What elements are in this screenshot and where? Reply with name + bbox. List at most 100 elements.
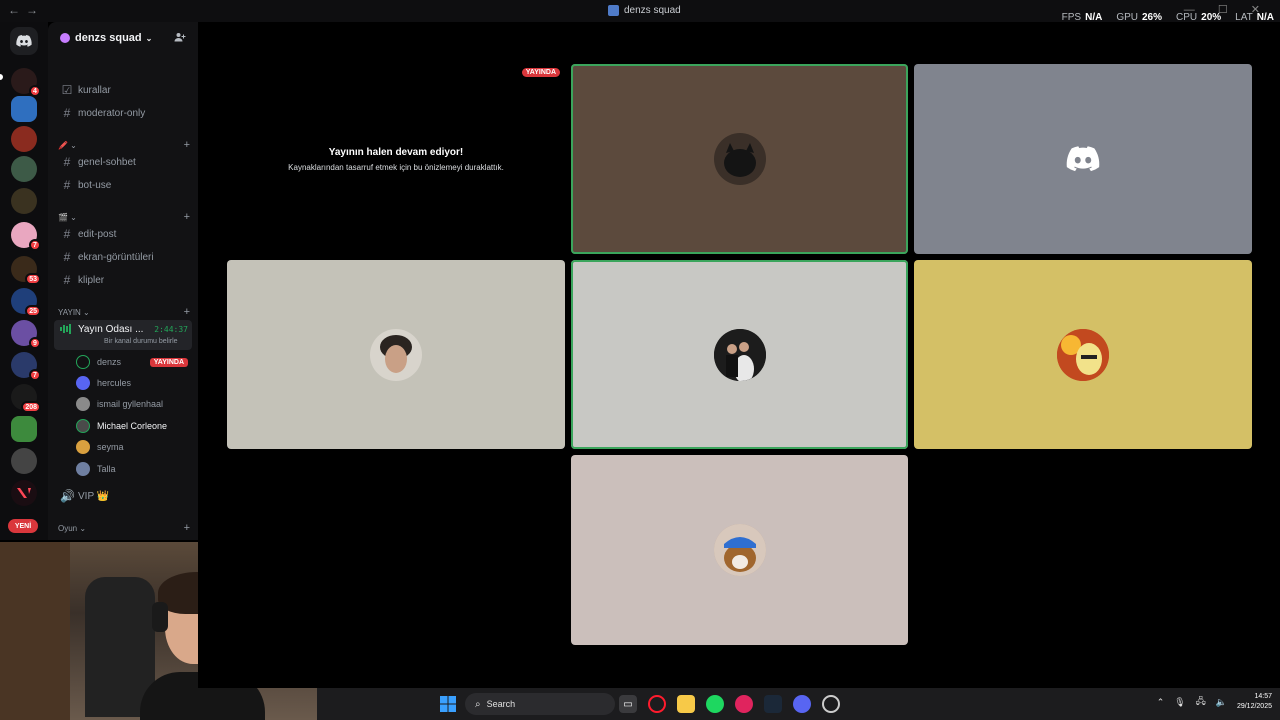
server-icon[interactable] <box>11 156 37 182</box>
hash-icon: # <box>63 155 71 169</box>
channel-sidebar: denzs squad ⌄ ☑ kurallar # moderator-only … <box>48 22 198 540</box>
opera-icon[interactable] <box>648 695 666 713</box>
spotify-icon[interactable] <box>706 695 724 713</box>
channel-genel-sohbet[interactable]: # genel-sohbet <box>56 152 190 172</box>
app-icon <box>608 5 619 16</box>
server-name: denzs squad <box>75 32 142 44</box>
window-title: denzs squad <box>608 5 681 16</box>
invite-icon[interactable] <box>174 31 186 43</box>
webcam-background <box>0 542 70 720</box>
voice-timer: 2:44:37 <box>154 325 188 334</box>
taskbar-search[interactable]: ⌕ Search <box>465 693 615 715</box>
network-icon[interactable]: 🖧 <box>1196 694 1206 710</box>
speaker-icon: 🔊 <box>60 489 75 503</box>
opera-gx-icon[interactable] <box>735 695 753 713</box>
search-icon: ⌕ <box>475 698 481 710</box>
channel-kurallar[interactable]: ☑ kurallar <box>56 80 190 100</box>
avatar <box>76 419 90 433</box>
channel-klipler[interactable]: # klipler <box>56 270 190 290</box>
participant-tile[interactable] <box>914 64 1252 254</box>
hash-icon: # <box>63 106 71 120</box>
voice-user[interactable]: denzs YAYINDA <box>76 353 188 371</box>
server-icon[interactable] <box>11 126 37 152</box>
voice-user[interactable]: seyma <box>76 438 188 456</box>
channel-status[interactable]: Bir kanal durumu belirle <box>104 338 178 345</box>
category-header[interactable]: 🎬 ⌄ + <box>58 211 190 223</box>
voice-stage: YAYINDA Yayının halen devam ediyor! Kayn… <box>198 22 1280 688</box>
add-channel-icon[interactable]: + <box>184 306 190 318</box>
add-channel-icon[interactable]: + <box>184 139 190 151</box>
server-icon[interactable] <box>11 448 37 474</box>
discord-default-avatar-icon <box>1066 146 1100 172</box>
live-badge: YAYINDA <box>521 68 560 77</box>
channel-ekran-goruntuleri[interactable]: # ekran-görüntüleri <box>56 247 190 267</box>
server-icon[interactable]: 9 <box>11 320 41 349</box>
server-icon[interactable]: 53 <box>11 256 41 285</box>
mention-badge: 208 <box>21 401 41 413</box>
task-view-icon[interactable]: ▭ <box>619 695 637 713</box>
steam-icon[interactable] <box>764 695 782 713</box>
new-badge[interactable]: YENİ <box>8 519 38 533</box>
mention-badge: 25 <box>25 305 41 317</box>
system-tray: ⌃ 🎙 🖧 🔈 14:57 29/12/2025 <box>1157 692 1272 712</box>
clock[interactable]: 14:57 29/12/2025 <box>1237 692 1272 712</box>
valorant-icon <box>17 488 31 498</box>
server-icon[interactable]: 25 <box>11 288 41 317</box>
channel-moderator-only[interactable]: # moderator-only <box>56 103 190 123</box>
microphone-icon[interactable]: 🎙 <box>1174 697 1185 708</box>
channel-bot-use[interactable]: # bot-use <box>56 175 190 195</box>
add-channel-icon[interactable]: + <box>184 211 190 223</box>
category-yayin[interactable]: YAYIN ⌄ + <box>58 306 190 318</box>
server-icon[interactable]: 4 <box>11 68 41 97</box>
participant-tile[interactable] <box>571 260 908 449</box>
voice-user[interactable]: hercules <box>76 374 188 392</box>
participant-tile[interactable] <box>571 64 908 254</box>
channel-edit-post[interactable]: # edit-post <box>56 224 190 244</box>
participant-tile[interactable] <box>227 260 565 449</box>
server-icon[interactable] <box>11 480 37 506</box>
voice-user[interactable]: ismail gyllenhaal <box>76 395 188 413</box>
server-icon[interactable]: 7 <box>11 352 41 381</box>
server-icon[interactable] <box>11 416 37 442</box>
avatar <box>370 328 422 381</box>
paused-heading: Yayının halen devam ediyor! <box>328 146 464 158</box>
channel-vip[interactable]: 🔊 VIP 👑 <box>56 486 190 506</box>
server-badge-icon <box>60 33 70 43</box>
unread-pill <box>0 74 3 80</box>
participant-tile[interactable] <box>571 455 908 645</box>
chevron-up-icon[interactable]: ⌃ <box>1157 697 1165 708</box>
avatar <box>76 397 90 411</box>
volume-icon[interactable]: 🔈 <box>1216 697 1227 708</box>
avatar <box>1057 328 1109 381</box>
paused-subtext: Kaynaklarından tasarruf etmek için bu ön… <box>288 162 504 172</box>
category-oyun[interactable]: Oyun ⌄ + <box>58 522 190 534</box>
chevron-down-icon: ⌄ <box>145 33 153 43</box>
app-icon[interactable] <box>822 695 840 713</box>
server-rail: 4 7 53 25 9 7 208 YENİ <box>0 22 48 540</box>
server-icon[interactable] <box>11 188 37 214</box>
history-nav[interactable]: ←→ <box>8 3 44 17</box>
file-explorer-icon[interactable] <box>677 695 695 713</box>
live-badge: YAYINDA <box>149 357 188 367</box>
voice-user[interactable]: Talla <box>76 460 188 478</box>
voice-user[interactable]: Michael Corleone <box>76 417 188 435</box>
server-icon[interactable] <box>11 96 37 122</box>
rules-icon: ☑ <box>61 83 73 97</box>
category-header[interactable]: 🖍️ ⌄ + <box>58 139 190 151</box>
server-icon[interactable]: 208 <box>11 384 41 413</box>
add-channel-icon[interactable]: + <box>184 522 190 534</box>
participant-tile[interactable] <box>914 260 1252 449</box>
hash-icon: # <box>63 227 71 241</box>
search-label: Search <box>486 699 516 709</box>
discord-home-icon[interactable] <box>10 27 38 55</box>
discord-icon[interactable] <box>793 695 811 713</box>
hash-icon: # <box>63 273 71 287</box>
mention-badge: 4 <box>29 85 41 97</box>
server-icon[interactable]: 7 <box>11 222 41 251</box>
voice-channel-active[interactable]: Yayın Odası ... 2:44:37 Bir kanal durumu… <box>54 320 192 350</box>
voice-channel-name: Yayın Odası ... <box>78 324 144 335</box>
voice-activity-icon <box>60 324 71 334</box>
paused-stream-tile[interactable]: YAYINDA Yayının halen devam ediyor! Kayn… <box>228 64 564 254</box>
server-header[interactable]: denzs squad ⌄ <box>48 22 198 54</box>
start-icon[interactable] <box>439 695 457 713</box>
